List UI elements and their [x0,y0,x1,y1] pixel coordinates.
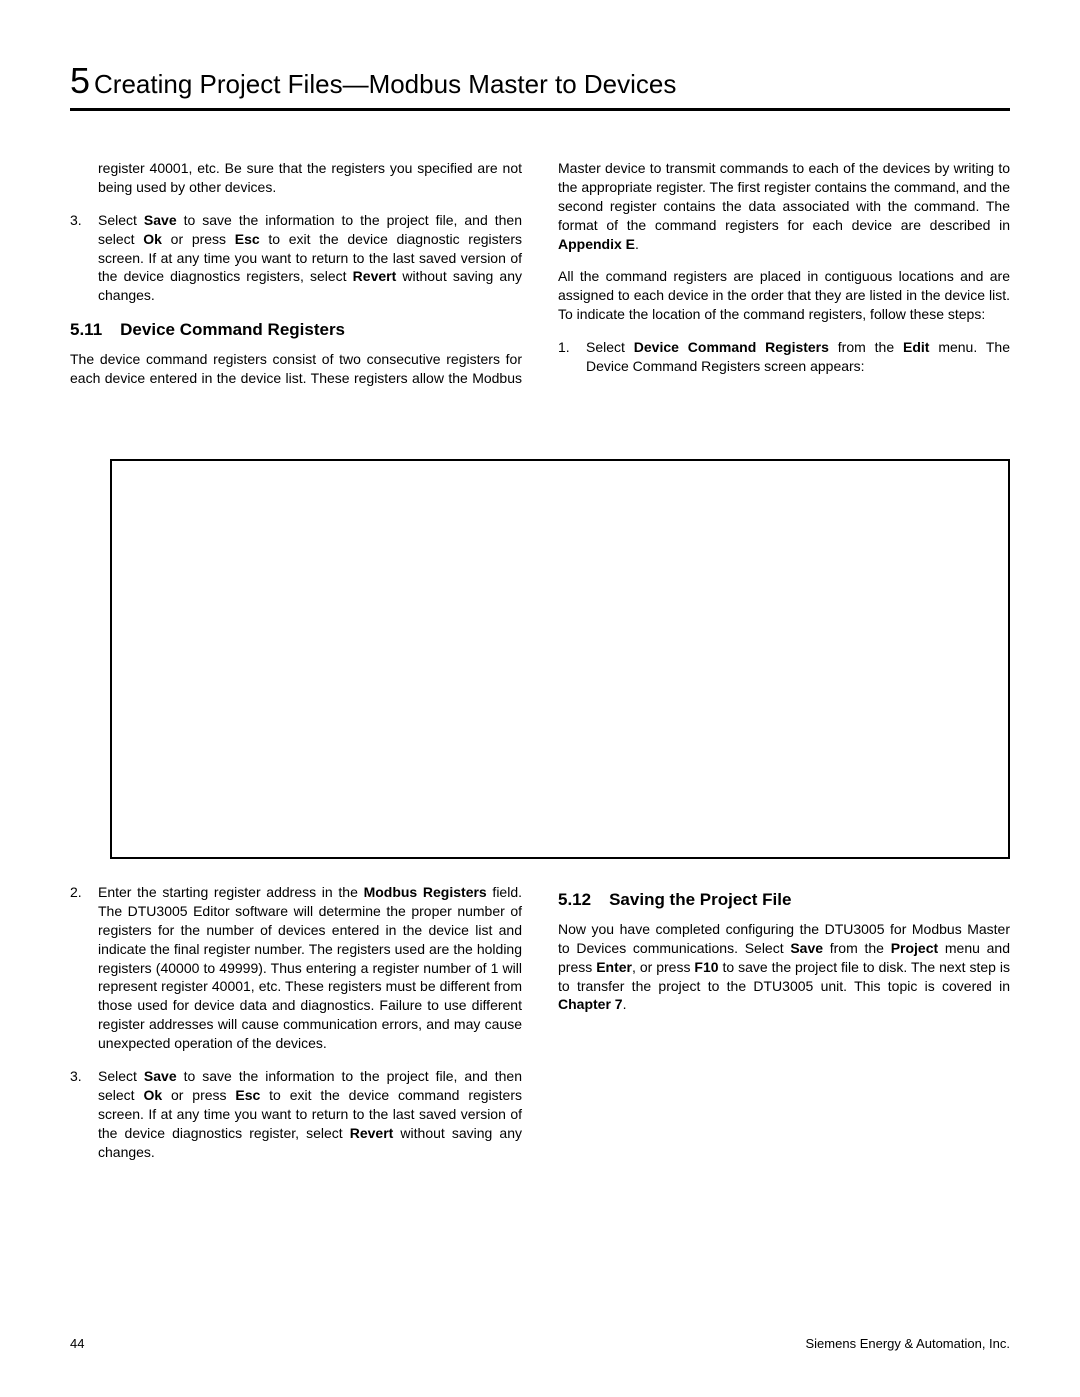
lower-content: 2. Enter the starting register address i… [70,883,1010,1175]
text: . [623,996,627,1012]
text: Select [98,212,144,228]
text: Select [586,339,634,355]
text: field. The DTU3005 Editor software will … [98,884,522,1051]
list-number: 3. [70,211,82,230]
text: or press [162,231,235,247]
section-num: 5.11 [70,320,102,339]
project-bold: Project [891,940,938,956]
intro-para-continued: register 40001, etc. Be sure that the re… [70,159,522,197]
text: , or press [632,959,694,975]
figure-placeholder [110,459,1010,859]
save-bold: Save [144,212,177,228]
save-bold: Save [790,940,823,956]
text: or press [162,1087,235,1103]
list-item-1: 1. Select Device Command Registers from … [558,338,1010,376]
section-title: Device Command Registers [120,320,345,339]
chapter-7-bold: Chapter 7 [558,996,623,1012]
chapter-number: 5 [70,60,90,102]
list-item-2: 2. Enter the starting register address i… [70,883,522,1053]
revert-bold: Revert [353,268,397,284]
page-header: 5 Creating Project Files—Modbus Master t… [70,60,1010,111]
section-title: Saving the Project File [609,890,791,909]
section-num: 5.12 [558,890,591,909]
text: from the [829,339,903,355]
footer-company: Siemens Energy & Automation, Inc. [806,1336,1011,1351]
section-heading-5-11: 5.11 Device Command Registers [70,319,522,342]
text: . [635,236,639,252]
upper-content: register 40001, etc. Be sure that the re… [70,159,1010,389]
chapter-title: Creating Project Files—Modbus Master to … [94,69,676,100]
list-item-3-bottom: 3. Select Save to save the information t… [70,1067,522,1161]
edit-bold: Edit [903,339,929,355]
f10-bold: F10 [694,959,718,975]
page-footer: 44 Siemens Energy & Automation, Inc. [70,1336,1010,1351]
section-5-11-para-2: All the command registers are placed in … [558,267,1010,324]
page-number: 44 [70,1336,84,1351]
list-number: 2. [70,883,82,902]
ok-bold: Ok [143,1087,162,1103]
section-heading-5-12: 5.12 Saving the Project File [558,889,1010,912]
esc-bold: Esc [235,231,260,247]
list-number: 3. [70,1067,82,1086]
modbus-registers-bold: Modbus Registers [364,884,487,900]
text: from the [823,940,891,956]
list-item-3-top: 3. Select Save to save the information t… [70,211,522,305]
enter-bold: Enter [596,959,632,975]
revert-bold: Revert [350,1125,394,1141]
section-5-12-para: Now you have completed configuring the D… [558,920,1010,1014]
text: Select [98,1068,144,1084]
save-bold: Save [144,1068,177,1084]
appendix-e-bold: Appendix E [558,236,635,252]
text: Enter the starting register address in t… [98,884,364,900]
ok-bold: Ok [143,231,162,247]
list-number: 1. [558,338,570,357]
device-command-registers-bold: Device Command Registers [634,339,829,355]
esc-bold: Esc [235,1087,260,1103]
